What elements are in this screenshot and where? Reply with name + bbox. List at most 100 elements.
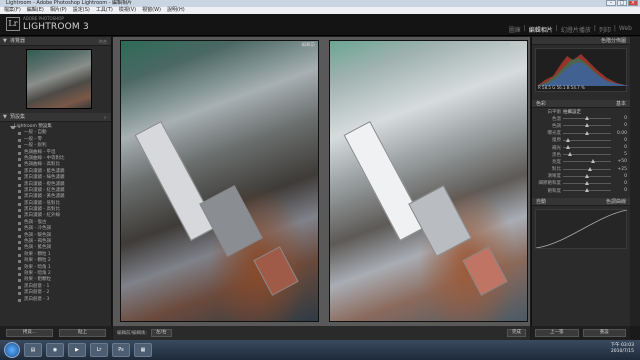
building-shape xyxy=(408,185,472,257)
before-image[interactable]: 編輯前 xyxy=(120,40,319,322)
slider-row: 補光 0 xyxy=(532,144,630,151)
slider-value[interactable]: 0 xyxy=(613,145,627,150)
module-web[interactable]: Web xyxy=(619,25,632,34)
after-image[interactable]: 編輯後 xyxy=(329,40,528,322)
add-preset-icon[interactable]: ＋ xyxy=(103,113,107,122)
menu-view[interactable]: 檢視(V) xyxy=(119,7,136,14)
building-shape xyxy=(462,246,508,296)
tone-curve-graph[interactable] xyxy=(535,209,628,250)
slider-track[interactable] xyxy=(563,152,611,157)
module-slideshow[interactable]: 幻燈片播放 xyxy=(561,25,591,34)
slider-track[interactable] xyxy=(563,116,611,121)
slider-track[interactable] xyxy=(563,173,611,178)
navigator-header[interactable]: ▼ 導覽器 符合 xyxy=(0,37,111,46)
slider-track[interactable] xyxy=(563,180,611,185)
slider-knob[interactable] xyxy=(585,116,589,121)
previous-button[interactable]: 上一張 xyxy=(535,329,579,337)
slider-label: 黑色 xyxy=(552,152,561,158)
preset-item[interactable]: 黑白創意 - 3 xyxy=(0,297,111,303)
app-name: LIGHTROOM 3 xyxy=(23,22,89,32)
right-panel-footer: 上一張 重設 xyxy=(531,326,630,340)
menu-file[interactable]: 檔案(F) xyxy=(4,7,21,14)
menu-photo[interactable]: 相片(P) xyxy=(50,7,67,14)
presets-header[interactable]: ▼ 預設集 ＋ xyxy=(0,113,111,122)
slider-row: 復原 0 xyxy=(532,137,630,144)
close-button[interactable]: × xyxy=(628,0,638,6)
browser-icon[interactable]: ◉ xyxy=(46,343,64,357)
slider-value[interactable]: +50 xyxy=(613,159,628,164)
slider-value[interactable]: 0 xyxy=(613,181,627,186)
copy-settings-button[interactable]: 拷貝... xyxy=(6,329,53,337)
slider-value[interactable]: 0 xyxy=(613,116,627,121)
tone-curve-header[interactable]: 自動 色調曲線 xyxy=(532,198,630,207)
tone-auto-button[interactable]: 自動 xyxy=(536,198,546,205)
basic-header[interactable]: 色彩 基本 xyxy=(532,100,630,108)
media-icon[interactable]: ▶ xyxy=(68,343,86,357)
clock[interactable]: 下午 03:03 2010/7/15 xyxy=(611,343,634,355)
slider-track[interactable] xyxy=(563,166,611,171)
slider-value[interactable]: 0 xyxy=(613,123,627,128)
slider-value[interactable]: 0.00 xyxy=(613,131,627,136)
slider-knob[interactable] xyxy=(585,130,589,135)
module-library[interactable]: 圖庫 xyxy=(509,25,521,34)
histogram-header[interactable]: 色階分佈圖 xyxy=(532,37,630,45)
slider-track[interactable] xyxy=(563,123,611,128)
paste-settings-button[interactable]: 貼上 xyxy=(59,329,106,337)
explorer-icon[interactable]: ▤ xyxy=(24,343,42,357)
menu-bar: 檔案(F) 編輯(E) 相片(P) 設定(S) 工具(T) 檢視(V) 視窗(W… xyxy=(0,7,640,14)
photoshop-icon[interactable]: Ps xyxy=(112,343,130,357)
slider-track[interactable] xyxy=(563,159,611,164)
slider-knob[interactable] xyxy=(585,123,589,128)
slider-knob[interactable] xyxy=(565,137,570,142)
reset-button[interactable]: 重設 xyxy=(582,329,626,337)
slider-track[interactable] xyxy=(563,188,611,193)
view-option-button[interactable]: 左/右 xyxy=(151,329,172,337)
histogram[interactable]: R 58.5 G 56.1 B 54.7 % xyxy=(535,48,629,92)
slider-knob[interactable] xyxy=(587,166,592,171)
slider-value[interactable]: 5 xyxy=(613,152,627,157)
lightroom-icon[interactable]: Lr xyxy=(90,343,108,357)
slider-label: 飽和度 xyxy=(547,188,562,194)
start-button[interactable] xyxy=(4,342,20,358)
menu-edit[interactable]: 編輯(E) xyxy=(27,7,44,14)
slider-track[interactable] xyxy=(563,145,611,150)
slider-track[interactable] xyxy=(563,137,611,142)
slider-knob[interactable] xyxy=(585,180,589,185)
navigator-zoom[interactable]: 符合 xyxy=(99,37,107,46)
navigator-thumbnail[interactable] xyxy=(26,49,92,109)
menu-window[interactable]: 視窗(W) xyxy=(142,7,161,14)
slider-value[interactable]: 0 xyxy=(613,188,627,193)
collapse-triangle-icon: ▼ xyxy=(3,114,7,120)
slider-value[interactable]: +25 xyxy=(613,167,628,172)
slider-row: 亮度 +50 xyxy=(532,158,630,165)
slider-knob[interactable] xyxy=(590,159,595,164)
slider-value[interactable]: 0 xyxy=(613,174,627,179)
minimize-button[interactable]: – xyxy=(606,0,616,6)
treatment-label[interactable]: 色彩 xyxy=(536,100,546,107)
module-develop[interactable]: 編輯相片 xyxy=(529,25,553,34)
module-print[interactable]: 列印 xyxy=(599,25,611,34)
navigator-label: 導覽器 xyxy=(10,38,26,44)
slider-value[interactable]: 0 xyxy=(613,138,627,143)
slider-knob[interactable] xyxy=(568,152,573,157)
folder-icon[interactable]: ▦ xyxy=(134,343,152,357)
slider-knob[interactable] xyxy=(585,173,589,178)
right-scrollbar[interactable] xyxy=(630,37,640,326)
collapse-triangle-icon: ▼ xyxy=(3,38,7,44)
slider-track[interactable] xyxy=(563,130,611,135)
wb-select[interactable]: 拍攝設定 xyxy=(563,109,627,115)
maximize-button[interactable]: □ xyxy=(617,0,627,6)
menu-tools[interactable]: 工具(T) xyxy=(96,7,113,14)
building-shape xyxy=(199,185,263,257)
slider-knob[interactable] xyxy=(585,188,589,193)
slider-label: 曝光度 xyxy=(547,131,562,137)
slider-row: 清晰度 0 xyxy=(532,173,630,180)
building-shape xyxy=(134,120,218,242)
menu-settings[interactable]: 設定(S) xyxy=(73,7,90,14)
right-panel: 色階分佈圖 R 58.5 G 56.1 B 54.7 % 色彩 基本 白平衡 拍… xyxy=(531,37,630,326)
done-button[interactable]: 完成 xyxy=(507,329,526,337)
slider-knob[interactable] xyxy=(565,145,570,150)
menu-help[interactable]: 說明(H) xyxy=(167,7,185,14)
slider-label: 色溫 xyxy=(552,116,561,122)
tool-strip xyxy=(532,92,630,100)
